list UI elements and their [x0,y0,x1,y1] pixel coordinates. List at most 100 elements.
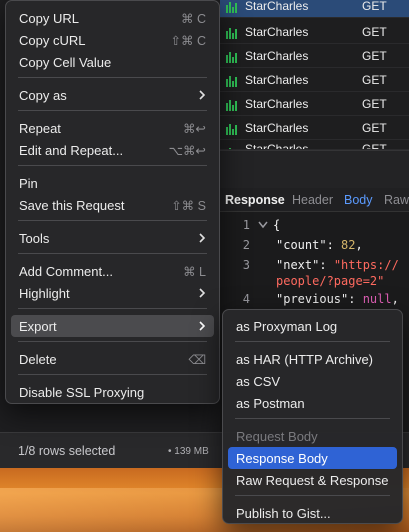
client-name: StarCharles [245,24,309,39]
chevron-right-icon [199,90,206,100]
menu-item-label: Pin [19,175,38,191]
table-row[interactable]: StarCharles GET [220,20,409,44]
menu-separator [18,253,207,254]
menu-item-label: Add Comment... [19,263,113,279]
menu-item-label: Export [19,318,57,334]
menu-item-label: as HAR (HTTP Archive) [236,351,374,367]
menu-item-export-postman[interactable]: as Postman [228,392,397,414]
client-name: StarCharles [245,48,309,63]
menu-item-copy-curl[interactable]: Copy cURL ⇧⌘ C [11,29,214,51]
chevron-right-icon [199,288,206,298]
menu-item-label: Copy URL [19,10,79,26]
code-line: people/?page=2" [220,274,409,294]
menu-item-label: Request Body [236,428,318,444]
client-name: StarCharles [245,0,309,13]
method: GET [362,120,387,135]
line-number: 3 [242,258,250,272]
menu-item-label: Response Body [236,450,328,466]
menu-item-copy-as[interactable]: Copy as [11,84,214,106]
shortcut-label: ⌘ L [183,264,206,279]
activity-chart-icon [226,52,237,63]
tab-response[interactable]: Response [225,193,285,207]
method: GET [362,48,387,63]
menu-item-disable-ssl-proxying[interactable]: Disable SSL Proxying [11,381,214,403]
line-number: 4 [242,292,250,306]
code-text: { [273,218,281,232]
menu-item-copy-url[interactable]: Copy URL ⌘ C [11,7,214,29]
menu-item-highlight[interactable]: Highlight [11,282,214,304]
menu-item-label: Tools [19,230,50,246]
code-line: 1 { [220,218,409,238]
context-menu: Copy URL ⌘ C Copy cURL ⇧⌘ C Copy Cell Va… [5,0,220,404]
menu-item-label: as Proxyman Log [236,318,338,334]
panel-divider [220,150,409,188]
menu-item-label: Copy as [19,87,67,103]
menu-separator [235,418,390,419]
activity-chart-icon [226,100,237,111]
menu-item-export-proxyman-log[interactable]: as Proxyman Log [228,315,397,337]
activity-chart-icon [226,2,237,13]
tab-header[interactable]: Header [292,193,333,207]
shortcut-label: ⇧⌘ S [171,198,206,213]
chevron-right-icon [199,233,206,243]
code-line: 2 "count": 82, [220,238,409,258]
menu-item-label: Copy Cell Value [19,54,112,70]
menu-item-pin[interactable]: Pin [11,172,214,194]
menu-item-label: Disable SSL Proxying [19,384,145,400]
memory-size-label: • 139 MB [168,446,209,457]
menu-separator [18,220,207,221]
menu-item-label: Save this Request [19,197,125,213]
export-submenu: as Proxyman Log as HAR (HTTP Archive) as… [222,309,403,524]
menu-separator [235,341,390,342]
tab-raw[interactable]: Raw [384,193,409,207]
client-name: StarCharles [245,96,309,111]
method: GET [362,0,387,13]
method: GET [362,72,387,87]
menu-item-publish-to-gist[interactable]: Publish to Gist... [228,502,397,524]
client-name: StarCharles [245,120,309,135]
method: GET [362,96,387,111]
chevron-right-icon [199,321,206,331]
table-row[interactable]: StarCharles GET [220,140,409,150]
menu-item-export-response-body[interactable]: Response Body [228,447,397,469]
table-row[interactable]: StarCharles GET [220,92,409,116]
table-row[interactable]: StarCharles GET [220,116,409,140]
activity-chart-icon [226,28,237,39]
table-row[interactable]: StarCharles GET [220,44,409,68]
menu-separator [18,110,207,111]
response-tabs: Response Header Body Raw [220,188,409,212]
menu-item-tools[interactable]: Tools [11,227,214,249]
menu-item-add-comment[interactable]: Add Comment... ⌘ L [11,260,214,282]
menu-item-save-request[interactable]: Save this Request ⇧⌘ S [11,194,214,216]
shortcut-label: ⇧⌘ C [170,33,206,48]
shortcut-label: ⌘ C [181,11,206,26]
line-number: 2 [242,238,250,252]
tab-body[interactable]: Body [344,193,373,207]
line-number: 1 [242,218,250,232]
menu-item-export-csv[interactable]: as CSV [228,370,397,392]
menu-item-label: Highlight [19,285,70,301]
menu-item-repeat[interactable]: Repeat ⌘↩ [11,117,214,139]
code-text: people/?page=2" [276,274,385,288]
menu-item-copy-cell-value[interactable]: Copy Cell Value [11,51,214,73]
request-list: StarCharles GET StarCharles GET StarChar… [220,0,409,150]
menu-item-export-raw-request-response[interactable]: Raw Request & Response [228,469,397,491]
menu-item-label: as CSV [236,373,281,389]
menu-separator [18,374,207,375]
menu-item-export[interactable]: Export [11,315,214,337]
code-text: "count": 82, [276,238,363,252]
client-name: StarCharles [245,72,309,87]
chevron-down-icon[interactable] [258,221,268,229]
menu-item-export-request-body: Request Body [228,425,397,447]
menu-item-label: as Postman [236,395,305,411]
menu-item-delete[interactable]: Delete ⌫ [11,348,214,370]
table-row[interactable]: StarCharles GET [220,0,409,18]
code-text: "next": "https:// [276,258,399,272]
menu-item-export-har[interactable]: as HAR (HTTP Archive) [228,348,397,370]
menu-item-label: Edit and Repeat... [19,142,124,158]
table-row[interactable]: StarCharles GET [220,68,409,92]
menu-item-edit-and-repeat[interactable]: Edit and Repeat... ⌥⌘↩ [11,139,214,161]
menu-item-label: Copy cURL [19,32,86,48]
menu-item-label: Raw Request & Response [236,472,389,488]
menu-separator [18,308,207,309]
